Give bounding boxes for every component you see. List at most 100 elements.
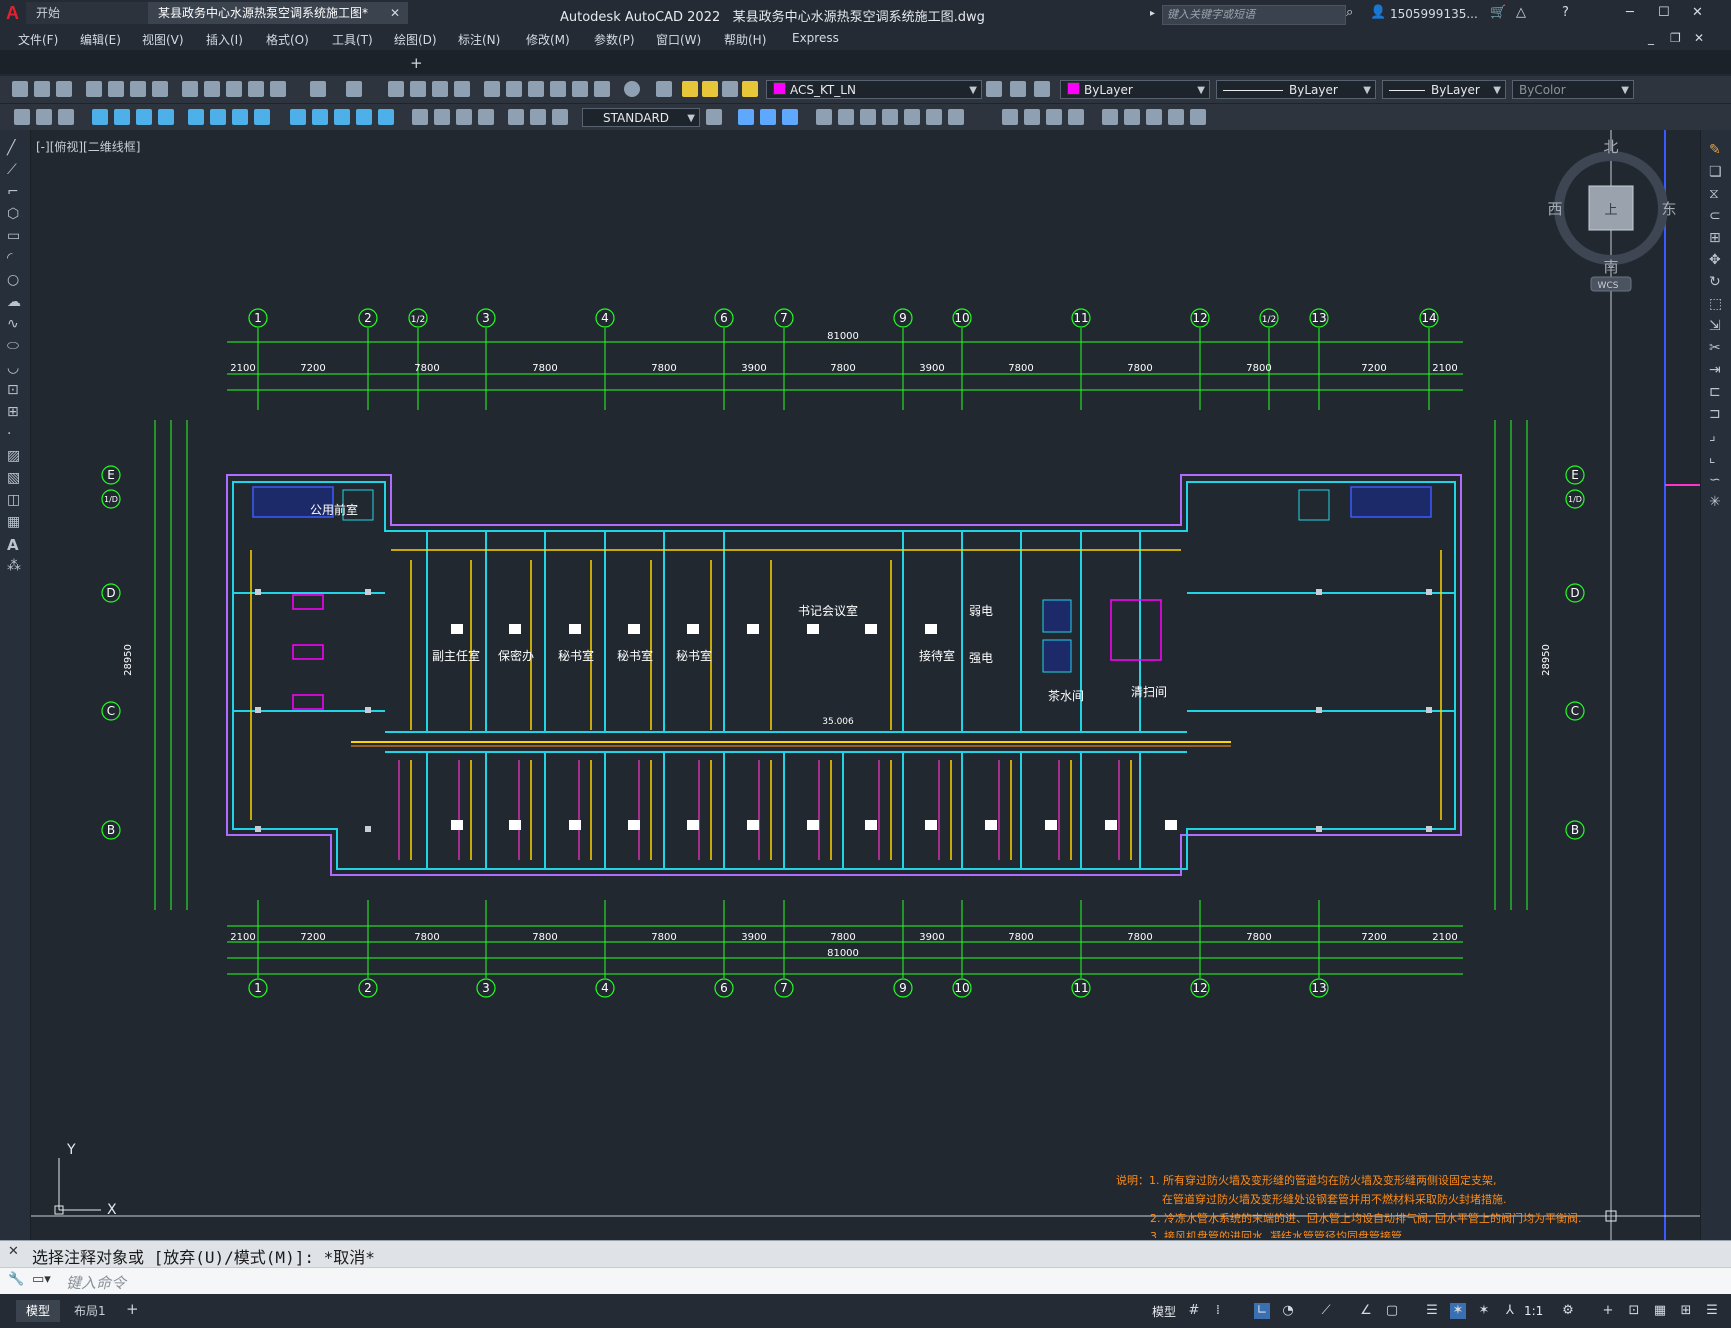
match-prop-icon[interactable]: [248, 81, 264, 97]
properties-icon[interactable]: [484, 81, 500, 97]
lineweight-icon[interactable]: ☰: [1424, 1303, 1440, 1319]
viewcube[interactable]: 上 北 南 西 东 WCS: [1547, 138, 1677, 292]
arc-icon[interactable]: ◜: [7, 250, 12, 266]
text-style-icon[interactable]: [36, 109, 52, 125]
tool-palettes-icon[interactable]: [528, 81, 544, 97]
lights-icon[interactable]: [1190, 109, 1206, 125]
tab-drawing[interactable]: 某县政务中心水源热泵空调系统施工图* ✕: [148, 2, 408, 24]
new-tab-plus-icon[interactable]: +: [410, 54, 423, 72]
bring-front-icon[interactable]: [738, 109, 754, 125]
make-block-icon[interactable]: ⊞: [7, 404, 19, 420]
calculator-icon[interactable]: [594, 81, 610, 97]
save-icon-2[interactable]: [56, 81, 72, 97]
group-select-icon[interactable]: [1068, 109, 1084, 125]
layer-previous-icon[interactable]: [1010, 81, 1026, 97]
annotation-monitor-icon[interactable]: +: [1600, 1303, 1616, 1319]
markup-icon[interactable]: [572, 81, 588, 97]
snap-icon[interactable]: ⁞: [1210, 1303, 1226, 1319]
ortho-icon[interactable]: ∟: [1254, 1303, 1270, 1319]
polygon-icon[interactable]: ⬡: [7, 206, 19, 222]
inspection-icon[interactable]: [456, 109, 472, 125]
center-mark-icon[interactable]: [434, 109, 450, 125]
hatch-icon[interactable]: ▨: [7, 448, 20, 464]
menu-parametric[interactable]: 参数(P): [594, 31, 635, 48]
break-icon[interactable]: ⊏: [1709, 384, 1721, 400]
qnew-icon[interactable]: [12, 81, 28, 97]
send-back-icon[interactable]: [760, 109, 776, 125]
wrench-icon[interactable]: 🔧: [8, 1272, 24, 1287]
rectangle-icon[interactable]: ▭: [7, 228, 20, 244]
construction-line-icon[interactable]: ⟋: [7, 162, 17, 178]
insert-icon[interactable]: [838, 109, 854, 125]
scale-value[interactable]: 1:1: [1524, 1304, 1543, 1318]
stretch-icon[interactable]: ⇲: [1709, 318, 1721, 334]
compass-west[interactable]: 西: [1547, 200, 1562, 218]
close-icon[interactable]: ✕: [1692, 5, 1703, 20]
trim-icon[interactable]: ✂: [1709, 340, 1721, 356]
minimize-icon[interactable]: ─: [1626, 5, 1634, 20]
dim-style-icon[interactable]: [14, 109, 30, 125]
polyline-icon[interactable]: ⌐: [7, 184, 19, 200]
offset-icon[interactable]: ⊂: [1709, 208, 1721, 224]
cart-icon[interactable]: 🛒: [1490, 5, 1506, 20]
customize-status-icon[interactable]: ☰: [1704, 1303, 1720, 1319]
maximize-icon[interactable]: ☐: [1658, 5, 1670, 20]
xref-icon[interactable]: [882, 109, 898, 125]
compass-north[interactable]: 北: [1603, 138, 1618, 156]
help-icon-2[interactable]: [624, 81, 640, 97]
linear-dim-icon[interactable]: [92, 109, 108, 125]
doc-close-icon[interactable]: ✕: [1694, 31, 1704, 45]
color-dropdown[interactable]: ByLayer ▼: [1060, 80, 1210, 99]
table-style-icon[interactable]: [58, 109, 74, 125]
gradient-icon[interactable]: ▧: [7, 470, 20, 486]
aligned-dim-icon[interactable]: [114, 109, 130, 125]
jogged-linear-icon[interactable]: [478, 109, 494, 125]
viewport-controls[interactable]: [-][俯视][二维线框]: [36, 138, 140, 155]
paste-icon[interactable]: [226, 81, 242, 97]
plotstyle-dropdown[interactable]: ByColor ▼: [1512, 80, 1634, 99]
preview-icon[interactable]: [108, 81, 124, 97]
menu-insert[interactable]: 插入(I): [206, 31, 243, 48]
user-icon[interactable]: 👤: [1370, 5, 1386, 20]
drawing-canvas[interactable]: 1 2 1/2 3 4 6 7 9 10 11 12 1/2 13 14 1 2…: [31, 130, 1700, 1240]
bring-above-icon[interactable]: [782, 109, 798, 125]
arc-length-icon[interactable]: [136, 109, 152, 125]
dim-override-icon[interactable]: [706, 109, 722, 125]
menu-view[interactable]: 视图(V): [142, 31, 184, 48]
layer-freeze-icon[interactable]: [702, 81, 718, 97]
model-tab[interactable]: 模型: [16, 1300, 61, 1322]
make-current-layer-icon[interactable]: [986, 81, 1002, 97]
image-icon[interactable]: [904, 109, 920, 125]
materials-icon[interactable]: [1168, 109, 1184, 125]
clean-screen-icon[interactable]: ⊞: [1678, 1303, 1694, 1319]
autodesk-app-icon[interactable]: △: [1516, 5, 1526, 20]
menu-modify[interactable]: 修改(M): [526, 31, 570, 48]
tolerance-icon[interactable]: [412, 109, 428, 125]
help-icon[interactable]: ?: [1562, 5, 1569, 20]
dim-break-icon[interactable]: [378, 109, 394, 125]
osnap-tracking-icon[interactable]: ∠: [1358, 1303, 1374, 1319]
ellipse-arc-icon[interactable]: ◡: [7, 360, 19, 376]
rotate-icon[interactable]: ↻: [1709, 274, 1721, 290]
annotation-visibility-icon[interactable]: ✶: [1450, 1303, 1466, 1319]
point-icon[interactable]: ·: [7, 426, 11, 442]
attribute-icon[interactable]: [860, 109, 876, 125]
command-close-icon[interactable]: ✕: [8, 1244, 19, 1259]
insert-block-icon[interactable]: ⊡: [7, 382, 19, 398]
clip-icon[interactable]: [926, 109, 942, 125]
layer-properties-icon[interactable]: [656, 81, 672, 97]
move-icon[interactable]: ✥: [1709, 252, 1721, 268]
layer-viewport-icon[interactable]: [722, 81, 738, 97]
sheet-set-icon[interactable]: [550, 81, 566, 97]
ellipse-icon[interactable]: ⬭: [7, 338, 19, 354]
dim-text-edit-icon[interactable]: [530, 109, 546, 125]
units-icon[interactable]: ⊡: [1626, 1303, 1642, 1319]
command-input[interactable]: [0, 1267, 1731, 1294]
3d-print-icon[interactable]: [152, 81, 168, 97]
ole-icon[interactable]: [948, 109, 964, 125]
menu-help[interactable]: 帮助(H): [724, 31, 766, 48]
viewports-icon[interactable]: [1124, 109, 1140, 125]
compass-south[interactable]: 南: [1603, 258, 1618, 276]
quick-properties-icon[interactable]: ▦: [1652, 1303, 1668, 1319]
zoom-previous-icon[interactable]: [454, 81, 470, 97]
